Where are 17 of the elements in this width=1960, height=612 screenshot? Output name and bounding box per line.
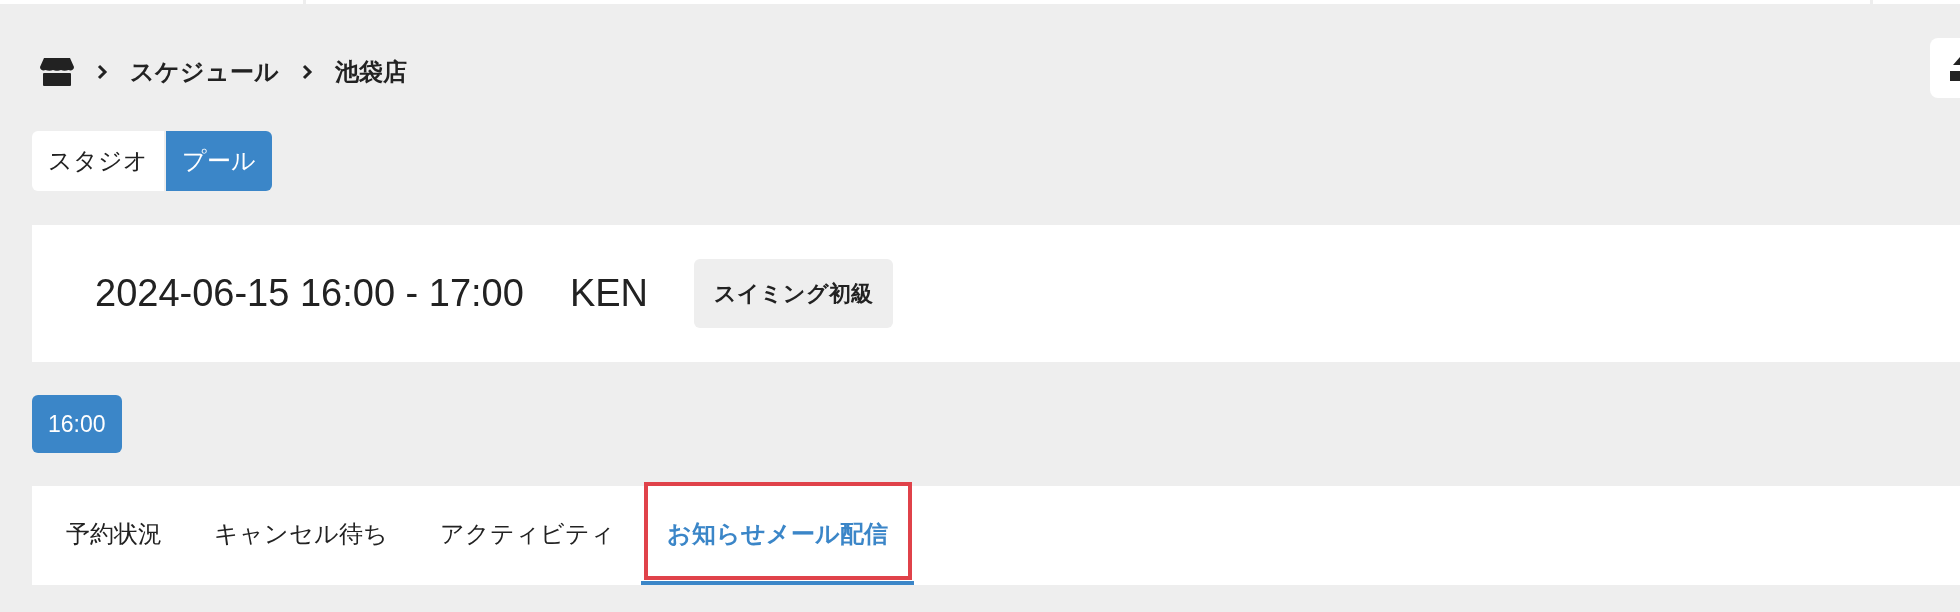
lesson-tag: スイミング初級 xyxy=(694,259,894,328)
upload-icon xyxy=(1950,55,1960,81)
tab[interactable]: キャンセル待ち xyxy=(188,486,414,585)
chevron-right-icon xyxy=(96,64,108,80)
lesson-datetime: 2024-06-15 16:00 - 17:00 xyxy=(95,271,524,316)
chevron-right-icon xyxy=(301,64,313,80)
time-slot-button[interactable]: 16:00 xyxy=(32,395,122,453)
breadcrumb-item[interactable]: スケジュール xyxy=(130,54,279,90)
store-icon[interactable] xyxy=(40,58,74,86)
breadcrumb-item: 池袋店 xyxy=(335,57,407,87)
instructor-name: KEN xyxy=(569,271,649,316)
facility-tab[interactable]: プール xyxy=(166,131,272,191)
tab[interactable]: 予約状況 xyxy=(40,486,188,585)
facility-tab[interactable]: スタジオ xyxy=(32,131,164,191)
tab[interactable]: アクティビティ xyxy=(414,486,641,585)
tab[interactable]: お知らせメール配信 xyxy=(641,486,914,585)
toolbar-button[interactable] xyxy=(1930,38,1960,98)
